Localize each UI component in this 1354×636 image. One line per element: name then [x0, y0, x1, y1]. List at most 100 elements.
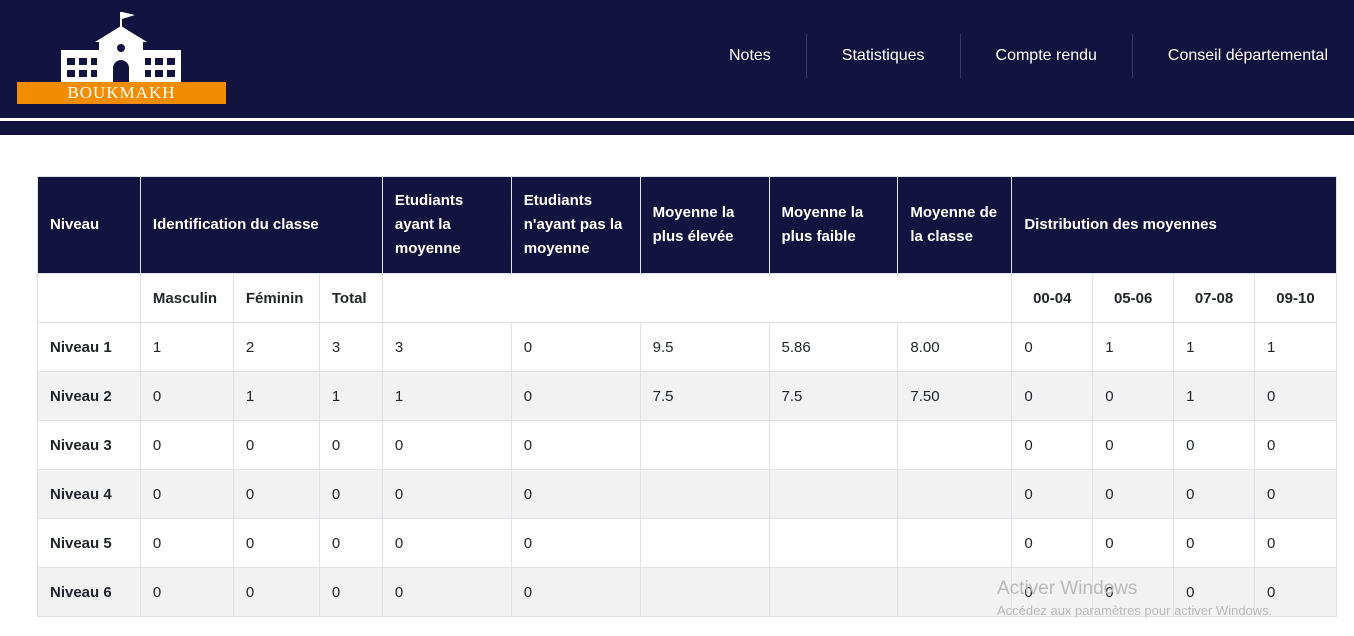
- cell-avg: [897, 469, 1013, 519]
- table-row: Niveau 5000000000: [37, 518, 1338, 568]
- nav-conseil-departemental[interactable]: Conseil départemental: [1131, 34, 1354, 78]
- cell-min: 7.5: [768, 371, 899, 421]
- cell-masculin: 0: [139, 371, 234, 421]
- header-moyenne-max: Moyenne la plus élevée: [639, 176, 770, 274]
- cell-d4: 0: [1253, 469, 1338, 519]
- cell-d3: 1: [1173, 371, 1255, 421]
- subheader-total: Total: [318, 273, 383, 323]
- cell-d3: 0: [1173, 567, 1255, 617]
- statistics-table: Niveau Identification du classe Etudiant…: [37, 176, 1338, 617]
- cell-d1: 0: [1011, 567, 1094, 617]
- table-row: Niveau 2 0 1 1 1 0 7.5 7.5 7.50 0 0 1 0: [37, 371, 1338, 421]
- subheader-dist-00-04: 00-04: [1011, 273, 1094, 323]
- nav-compte-rendu[interactable]: Compte rendu: [959, 34, 1132, 78]
- cell-ayant: 0: [381, 420, 512, 470]
- subheader-dist-05-06: 05-06: [1092, 273, 1175, 323]
- cell-feminin: 2: [232, 322, 320, 372]
- cell-d3: 0: [1173, 518, 1255, 568]
- cell-max: 9.5: [639, 322, 770, 372]
- cell-d2: 0: [1092, 518, 1175, 568]
- cell-d1: 0: [1011, 469, 1094, 519]
- cell-avg: [897, 567, 1013, 617]
- cell-total: 1: [318, 371, 383, 421]
- cell-d1: 0: [1011, 518, 1094, 568]
- cell-avg: [897, 518, 1013, 568]
- cell-nayant: 0: [510, 567, 641, 617]
- cell-d1: 0: [1011, 322, 1094, 372]
- cell-masculin: 0: [139, 567, 234, 617]
- table-subheader-row: Masculin Féminin Total 00-04 05-06 07-08…: [37, 273, 1338, 323]
- cell-avg: [897, 420, 1013, 470]
- cell-max: 7.5: [639, 371, 770, 421]
- cell-min: [768, 518, 899, 568]
- cell-niveau: Niveau 3: [37, 420, 141, 470]
- cell-niveau: Niveau 2: [37, 371, 141, 421]
- header-bottom-band: [0, 121, 1354, 135]
- cell-d4: 1: [1253, 322, 1338, 372]
- cell-max: [639, 420, 770, 470]
- cell-d4: 0: [1253, 567, 1338, 617]
- cell-feminin: 0: [232, 567, 320, 617]
- cell-feminin: 0: [232, 469, 320, 519]
- table-body: Masculin Féminin Total 00-04 05-06 07-08…: [37, 273, 1338, 617]
- cell-d2: 0: [1092, 420, 1175, 470]
- cell-masculin: 0: [139, 469, 234, 519]
- header-ayant-moyenne: Etudiants ayant la moyenne: [381, 176, 512, 274]
- cell-d2: 0: [1092, 469, 1175, 519]
- header-identification: Identification du classe: [139, 176, 383, 274]
- cell-avg: 8.00: [897, 322, 1013, 372]
- cell-nayant: 0: [510, 469, 641, 519]
- header-nayant-pas-moyenne: Etudiants n'ayant pas la moyenne: [510, 176, 641, 274]
- cell-d1: 0: [1011, 371, 1094, 421]
- cell-d2: 0: [1092, 371, 1175, 421]
- cell-ayant: 0: [381, 518, 512, 568]
- cell-min: [768, 420, 899, 470]
- cell-total: 0: [318, 518, 383, 568]
- header-niveau: Niveau: [37, 176, 141, 274]
- cell-max: [639, 469, 770, 519]
- brand-name: BOUKMAKH: [17, 82, 226, 104]
- cell-niveau: Niveau 6: [37, 567, 141, 617]
- cell-niveau: Niveau 4: [37, 469, 141, 519]
- cell-d4: 0: [1253, 371, 1338, 421]
- cell-niveau: Niveau 1: [37, 322, 141, 372]
- cell-nayant: 0: [510, 322, 641, 372]
- school-building-icon: [61, 12, 181, 82]
- cell-nayant: 0: [510, 420, 641, 470]
- cell-d2: 1: [1092, 322, 1175, 372]
- cell-ayant: 0: [381, 469, 512, 519]
- cell-masculin: 0: [139, 420, 234, 470]
- cell-total: 0: [318, 567, 383, 617]
- cell-total: 0: [318, 420, 383, 470]
- table-row: Niveau 1 1 2 3 3 0 9.5 5.86 8.00 0 1 1 1: [37, 322, 1338, 372]
- cell-d3: 0: [1173, 420, 1255, 470]
- cell-ayant: 3: [381, 322, 512, 372]
- header-distribution: Distribution des moyennes: [1011, 176, 1337, 274]
- top-navbar: BOUKMAKH Notes Statistiques Compte rendu…: [0, 0, 1354, 118]
- brand-logo[interactable]: BOUKMAKH: [17, 10, 227, 106]
- table-row: Niveau 6000000000: [37, 567, 1338, 617]
- cell-ayant: 0: [381, 567, 512, 617]
- cell-d4: 0: [1253, 420, 1338, 470]
- subheader-dist-07-08: 07-08: [1173, 273, 1255, 323]
- cell-d3: 1: [1173, 322, 1255, 372]
- cell-feminin: 0: [232, 518, 320, 568]
- subheader-masculin: Masculin: [139, 273, 234, 323]
- header-moyenne-min: Moyenne la plus faible: [768, 176, 899, 274]
- nav-statistiques[interactable]: Statistiques: [805, 34, 960, 78]
- cell-niveau: Niveau 5: [37, 518, 141, 568]
- cell-min: 5.86: [768, 322, 899, 372]
- header-moyenne-classe: Moyenne de la classe: [897, 176, 1013, 274]
- table-header-row: Niveau Identification du classe Etudiant…: [37, 176, 1337, 274]
- cell-min: [768, 567, 899, 617]
- cell-feminin: 0: [232, 420, 320, 470]
- cell-nayant: 0: [510, 371, 641, 421]
- nav-notes[interactable]: Notes: [694, 34, 806, 78]
- cell-min: [768, 469, 899, 519]
- cell-masculin: 1: [139, 322, 234, 372]
- subheader-feminin: Féminin: [232, 273, 320, 323]
- cell-total: 3: [318, 322, 383, 372]
- cell-d3: 0: [1173, 469, 1255, 519]
- cell-ayant: 1: [381, 371, 512, 421]
- subheader-dist-09-10: 09-10: [1253, 273, 1338, 323]
